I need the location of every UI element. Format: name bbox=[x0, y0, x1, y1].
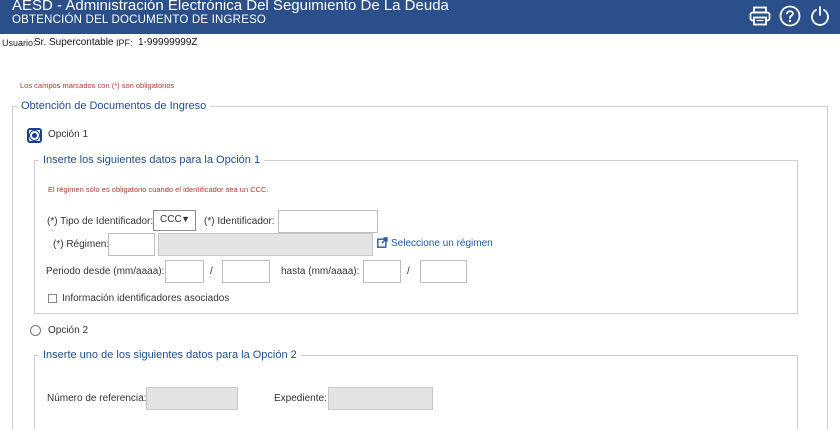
external-link-icon[interactable] bbox=[377, 237, 388, 248]
header-actions bbox=[748, 4, 832, 28]
hasta-month-input[interactable] bbox=[363, 260, 401, 283]
asociados-checkbox[interactable] bbox=[48, 294, 57, 303]
option1-label[interactable]: Opción 1 bbox=[48, 129, 88, 140]
regimen-label: (*) Régimen: bbox=[53, 239, 110, 250]
tipo-identificador-value: CCC bbox=[160, 214, 182, 225]
hasta-slash: / bbox=[407, 266, 410, 277]
identificador-input[interactable] bbox=[278, 210, 378, 233]
printer-icon[interactable] bbox=[748, 4, 772, 28]
desde-slash: / bbox=[210, 266, 213, 277]
asociados-label[interactable]: Información identificadores asociados bbox=[62, 293, 229, 304]
referencia-input[interactable] bbox=[146, 387, 238, 410]
identificador-label: (*) Identificador: bbox=[204, 216, 275, 227]
ipf-value: 1-99999999Z bbox=[138, 37, 198, 48]
user-bar: Usuario: Sr. Supercontable IPF: 1-999999… bbox=[0, 34, 840, 52]
periodo-desde-label: Periodo desde (mm/aaaa): bbox=[46, 266, 165, 277]
option2-legend: Inserte uno de los siguientes datos para… bbox=[43, 349, 297, 361]
option1-legend: Inserte los siguientes datos para la Opc… bbox=[43, 154, 261, 166]
expediente-input[interactable] bbox=[328, 387, 433, 410]
regimen-description-field bbox=[158, 233, 373, 256]
option2-label[interactable]: Opción 2 bbox=[48, 325, 88, 336]
help-icon[interactable] bbox=[778, 4, 802, 28]
regimen-code-input[interactable] bbox=[108, 233, 155, 256]
user-label: Usuario: bbox=[2, 38, 36, 48]
expediente-label: Expediente: bbox=[274, 393, 327, 404]
logout-icon[interactable] bbox=[808, 4, 832, 28]
tipo-identificador-select[interactable]: CCC ▼ bbox=[153, 210, 196, 231]
tipo-identificador-label: (*) Tipo de Identificador: bbox=[47, 216, 154, 227]
user-value: Sr. Supercontable bbox=[34, 37, 114, 48]
referencia-label: Número de referencia: bbox=[47, 393, 147, 404]
page-title: OBTENCIÓN DEL DOCUMENTO DE INGRESO bbox=[12, 14, 267, 26]
hasta-label: hasta (mm/aaaa): bbox=[281, 266, 360, 277]
hasta-year-input[interactable] bbox=[420, 260, 467, 283]
regimen-hint: El régimen sólo es obligatorio cuando el… bbox=[48, 185, 269, 194]
option2-radio[interactable] bbox=[30, 325, 41, 336]
select-regimen-link[interactable]: Seleccione un régimen bbox=[391, 238, 493, 249]
desde-month-input[interactable] bbox=[165, 260, 204, 283]
required-fields-note: Los campos marcados con (*) son obligato… bbox=[20, 81, 175, 90]
ipf-label: IPF: bbox=[116, 38, 133, 48]
app-header: AESD - Administración Electrónica Del Se… bbox=[0, 0, 840, 34]
chevron-down-icon: ▼ bbox=[181, 214, 190, 224]
option1-radio[interactable] bbox=[29, 130, 40, 141]
desde-year-input[interactable] bbox=[222, 260, 270, 283]
section-legend: Obtención de Documentos de Ingreso bbox=[21, 100, 207, 112]
